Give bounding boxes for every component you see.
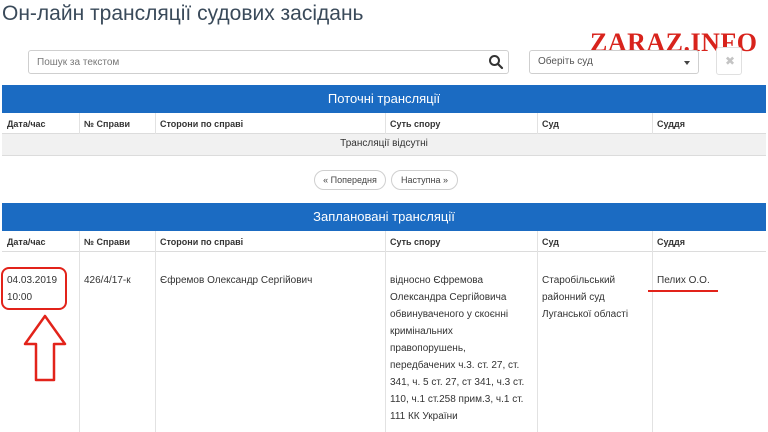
court-select-value: Оберіть суд (538, 56, 593, 67)
prev-page-button[interactable]: « Попередня (314, 170, 386, 190)
column-date: Дата/час (7, 119, 46, 129)
column-parties: Сторони по справі (160, 237, 244, 247)
table-row: 04.03.2019 10:00 426/4/17-к Єфремов Олек… (2, 262, 766, 432)
search-input[interactable] (29, 51, 469, 73)
cell-judge: Пелих О.О. (657, 275, 710, 286)
annotation-underline (648, 290, 718, 292)
column-court: Суд (542, 237, 559, 247)
column-date: Дата/час (7, 237, 46, 247)
column-subject: Суть спору (390, 119, 441, 129)
cell-case-number: 426/4/17-к (84, 275, 131, 286)
chevron-down-icon (684, 61, 690, 65)
subject-line: Олександра Сергійовича (390, 292, 507, 303)
subject-line: кримінальних (390, 326, 453, 337)
subject-line: обвинуваченого у скоєнні (390, 309, 509, 320)
column-divider (79, 113, 80, 134)
subject-line: відносно Єфремова (390, 275, 484, 286)
court-select[interactable]: Оберіть суд (529, 50, 699, 74)
search-icon[interactable] (488, 54, 504, 70)
empty-message: Трансляції відсутні (2, 134, 766, 156)
column-divider (385, 113, 386, 134)
column-case: № Справи (84, 237, 131, 247)
close-icon: ✖ (725, 54, 736, 68)
arrow-up-icon (23, 314, 67, 382)
next-page-button[interactable]: Наступна » (391, 170, 458, 190)
subject-line: передбачених ч.3. ст. 27, ст. (390, 360, 520, 371)
column-divider (537, 113, 538, 134)
subject-line: правопорушень, (390, 343, 466, 354)
column-parties: Сторони по справі (160, 119, 244, 129)
column-judge: Суддя (657, 237, 685, 247)
cell-parties: Єфремов Олександр Сергійович (160, 275, 313, 286)
cell-subject: відносно Єфремова Олександра Сергійовича… (390, 272, 540, 425)
planned-broadcasts-header: Заплановані трансляції (2, 203, 766, 231)
court-line: Луганської області (542, 309, 629, 320)
subject-line: 111 КК України (390, 411, 458, 422)
clear-filter-button[interactable]: ✖ (716, 47, 742, 75)
column-divider (155, 113, 156, 134)
current-broadcasts-header: Поточні трансляції (2, 85, 766, 113)
column-subject: Суть спору (390, 237, 441, 247)
column-court: Суд (542, 119, 559, 129)
cell-court: Старобільський районний суд Луганської о… (542, 272, 652, 323)
page-title: Он-лайн трансляції судових засідань (2, 2, 364, 25)
annotation-circle (1, 267, 67, 310)
search-field[interactable] (28, 50, 509, 74)
column-case: № Справи (84, 119, 131, 129)
court-line: районний суд (542, 292, 605, 303)
column-divider (652, 113, 653, 134)
court-line: Старобільський (542, 275, 616, 286)
column-judge: Суддя (657, 119, 685, 129)
subject-line: 110, ч.1 ст.258 прим.3, ч.1 ст. (390, 394, 524, 405)
subject-line: 341, ч. 5 ст. 27, ст 341, ч.3 ст. (390, 377, 525, 388)
